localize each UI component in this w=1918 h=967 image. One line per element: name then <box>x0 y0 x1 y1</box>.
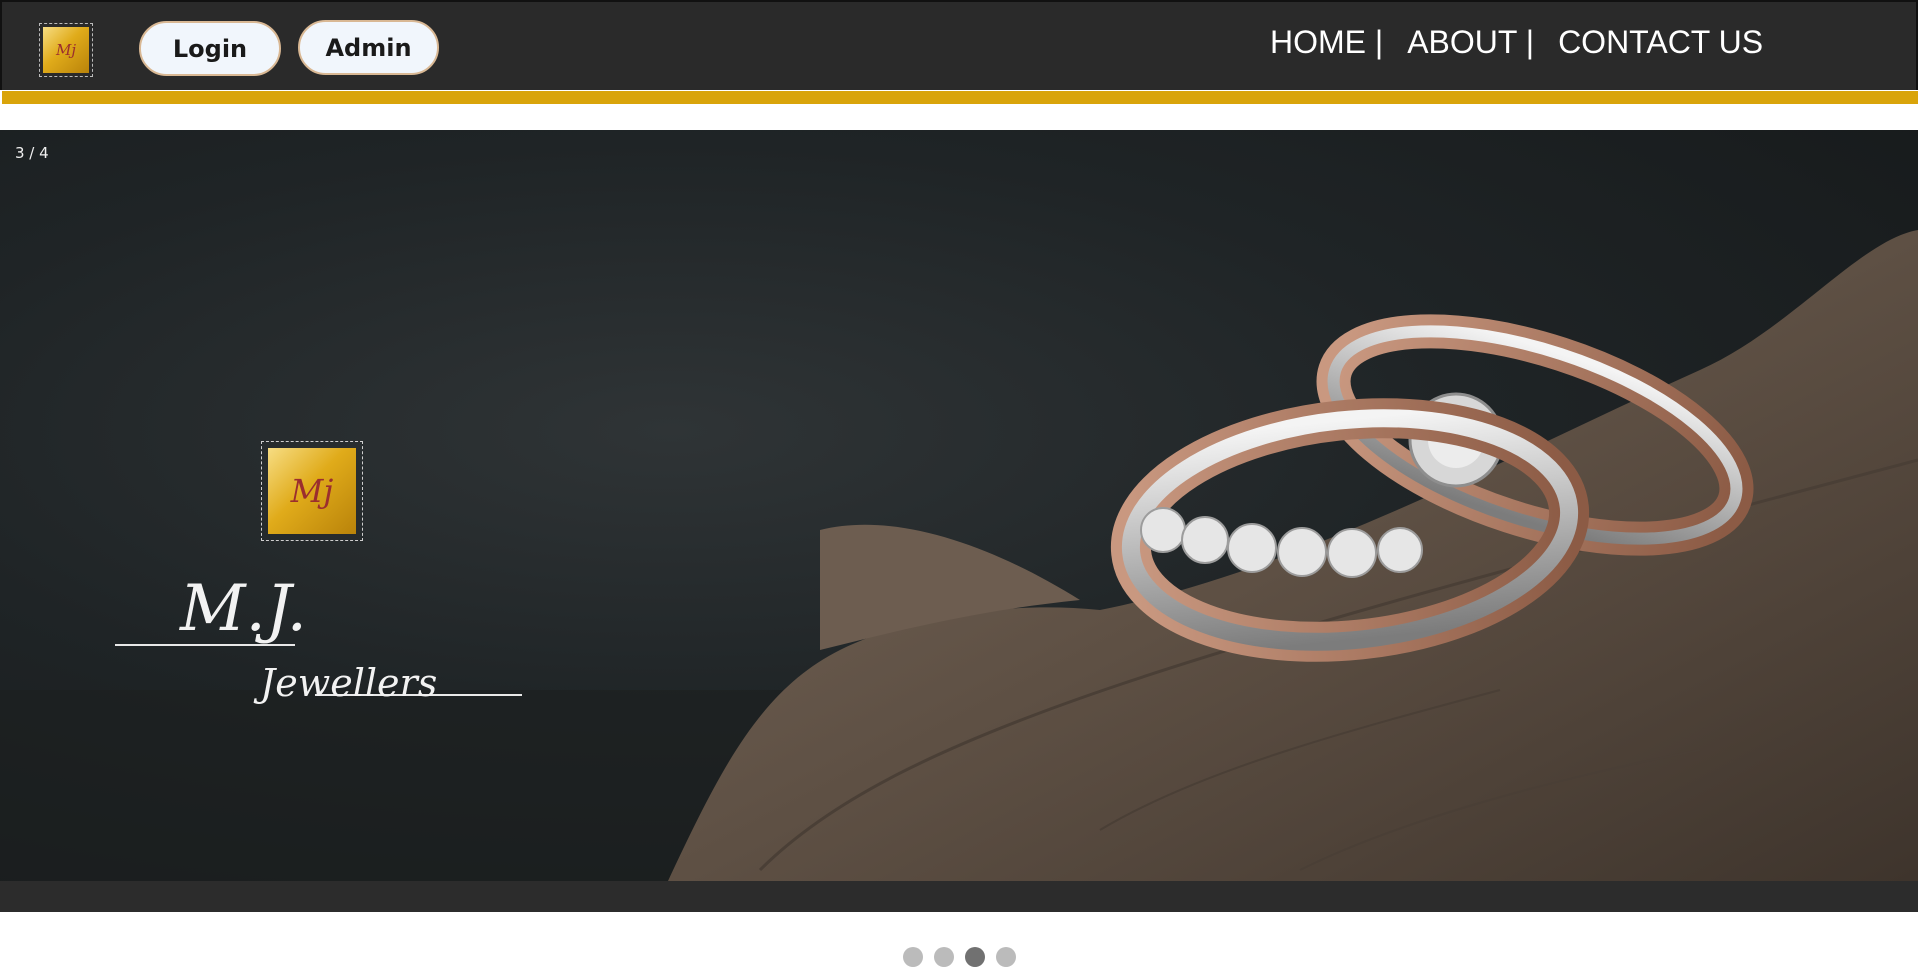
login-button[interactable]: Login <box>139 21 281 76</box>
slide-dot-3[interactable] <box>965 947 985 967</box>
main-nav: HOME | ABOUT | CONTACT US <box>1270 24 1763 61</box>
admin-button[interactable]: Admin <box>298 20 439 75</box>
brand-logo: Mj <box>261 441 363 541</box>
mj-monogram-icon: Mj <box>43 27 89 73</box>
slide-dot-1[interactable] <box>903 947 923 967</box>
slide-dot-4[interactable] <box>996 947 1016 967</box>
mj-monogram-icon: Mj <box>268 448 356 534</box>
slide-dot-2[interactable] <box>934 947 954 967</box>
brand-name-line1: M.J. <box>179 572 307 646</box>
hero-slide: 3 / 4 Mj M.J. Jewellers <box>0 130 1918 881</box>
nav-contact-link[interactable]: CONTACT US <box>1558 24 1763 61</box>
slide-caption-bar <box>0 881 1918 912</box>
accent-divider <box>2 91 1918 104</box>
brand-wordmark: M.J. Jewellers <box>115 572 522 705</box>
brand-name-line2: Jewellers <box>253 661 437 705</box>
nav-home-link[interactable]: HOME | <box>1270 24 1383 61</box>
top-navbar: Mj Login Admin HOME | ABOUT | CONTACT US <box>0 0 1918 104</box>
slide-counter: 3 / 4 <box>15 144 49 162</box>
nav-about-link[interactable]: ABOUT | <box>1407 24 1534 61</box>
slide-dots <box>903 947 1016 967</box>
site-logo[interactable]: Mj <box>39 23 93 77</box>
